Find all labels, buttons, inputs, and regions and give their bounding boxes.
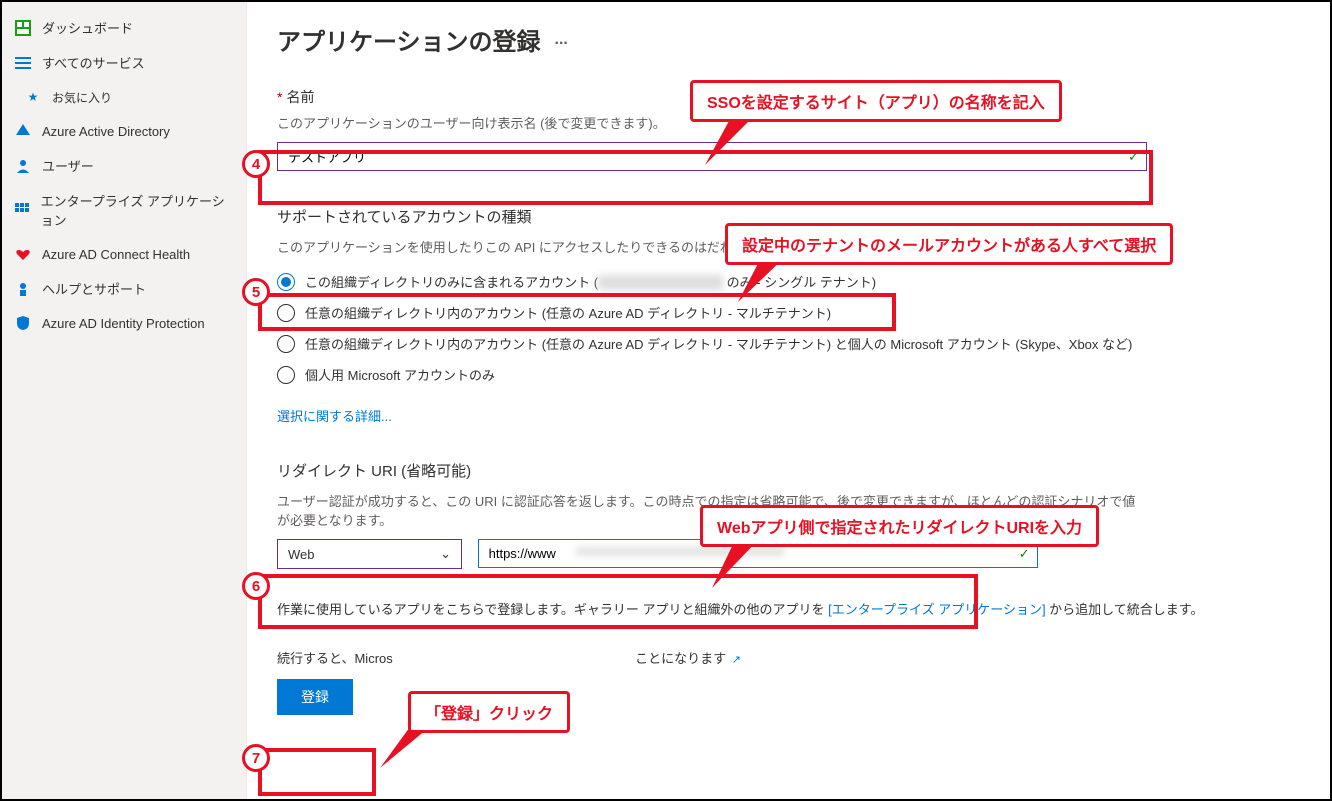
sidebar: ダッシュボード すべてのサービス ★ お気に入り Azure Active Di…	[2, 2, 247, 799]
check-icon: ✓	[1128, 149, 1139, 165]
footer-note-2: 続行すると、Microsoft プラットフォーム ポリシーに同意することになりま…	[277, 648, 1290, 667]
register-button[interactable]: 登録	[277, 679, 353, 715]
page-title-text: アプリケーションの登録	[277, 22, 541, 57]
sidebar-item-label: すべてのサービス	[42, 53, 145, 72]
check-icon: ✓	[1019, 546, 1030, 562]
sidebar-item-label: ユーザー	[42, 156, 94, 175]
step-marker-6: 6	[242, 572, 270, 600]
radio-icon	[277, 304, 295, 322]
callout-5: 設定中のテナントのメールアカウントがある人すべて選択	[725, 223, 1173, 265]
sidebar-item-label: ヘルプとサポート	[42, 279, 146, 298]
shield-icon	[14, 314, 32, 332]
page-title: アプリケーションの登録 ...	[277, 22, 1290, 57]
radio-icon	[277, 335, 295, 353]
sidebar-item-aad[interactable]: Azure Active Directory	[2, 114, 246, 148]
more-icon[interactable]: ...	[555, 31, 568, 49]
sidebar-item-identity-protection[interactable]: Azure AD Identity Protection	[2, 306, 246, 340]
step-marker-7: 7	[242, 744, 270, 772]
sidebar-item-favorites[interactable]: ★ お気に入り	[2, 80, 246, 114]
callout-7: 「登録」クリック	[408, 691, 570, 733]
platform-dropdown[interactable]: Web ⌄	[277, 539, 462, 569]
external-link-icon[interactable]: ↗	[732, 654, 741, 666]
redirect-label: リダイレクト URI (省略可能)	[277, 460, 1290, 481]
callout-6: Webアプリ側で指定されたリダイレクトURIを入力	[700, 505, 1099, 547]
sidebar-item-users[interactable]: ユーザー	[2, 148, 246, 183]
callout-4: SSOを設定するサイト（アプリ）の名称を記入	[690, 80, 1062, 122]
account-more-link[interactable]: 選択に関する詳細...	[277, 409, 392, 424]
sidebar-item-label: Azure AD Identity Protection	[42, 316, 205, 331]
footer-note-1: 作業に使用しているアプリをこちらで登録します。ギャラリー アプリと組織外の他のア…	[277, 599, 1290, 618]
sidebar-item-all-services[interactable]: すべてのサービス	[2, 45, 246, 80]
sidebar-item-enterprise-apps[interactable]: エンタープライズ アプリケーション	[2, 183, 246, 237]
sidebar-item-label: お気に入り	[52, 89, 112, 106]
list-icon	[14, 54, 32, 72]
step-marker-4: 4	[242, 150, 270, 178]
sidebar-item-connect-health[interactable]: Azure AD Connect Health	[2, 237, 246, 271]
sidebar-item-dashboard[interactable]: ダッシュボード	[2, 10, 246, 45]
step-marker-5: 5	[242, 278, 270, 306]
chevron-down-icon: ⌄	[440, 546, 451, 562]
radio-personal-only[interactable]: 個人用 Microsoft アカウントのみ	[277, 359, 1290, 390]
sidebar-item-help[interactable]: ヘルプとサポート	[2, 271, 246, 306]
grid-icon	[14, 201, 31, 219]
sidebar-item-label: Azure Active Directory	[42, 124, 170, 139]
user-icon	[14, 157, 32, 175]
aad-icon	[14, 122, 32, 140]
help-icon	[14, 280, 32, 298]
radio-multi-tenant-personal[interactable]: 任意の組織ディレクトリ内のアカウント (任意の Azure AD ディレクトリ …	[277, 328, 1290, 359]
radio-icon	[277, 273, 295, 291]
health-icon	[14, 245, 32, 263]
radio-icon	[277, 366, 295, 384]
platform-value: Web	[288, 547, 315, 562]
sidebar-item-label: ダッシュボード	[42, 18, 133, 37]
dashboard-icon	[14, 19, 32, 37]
sidebar-item-label: Azure AD Connect Health	[42, 247, 190, 262]
star-icon: ★	[24, 88, 42, 106]
sidebar-item-label: エンタープライズ アプリケーション	[41, 191, 234, 229]
enterprise-apps-link[interactable]: [エンタープライズ アプリケーション]	[828, 602, 1045, 617]
